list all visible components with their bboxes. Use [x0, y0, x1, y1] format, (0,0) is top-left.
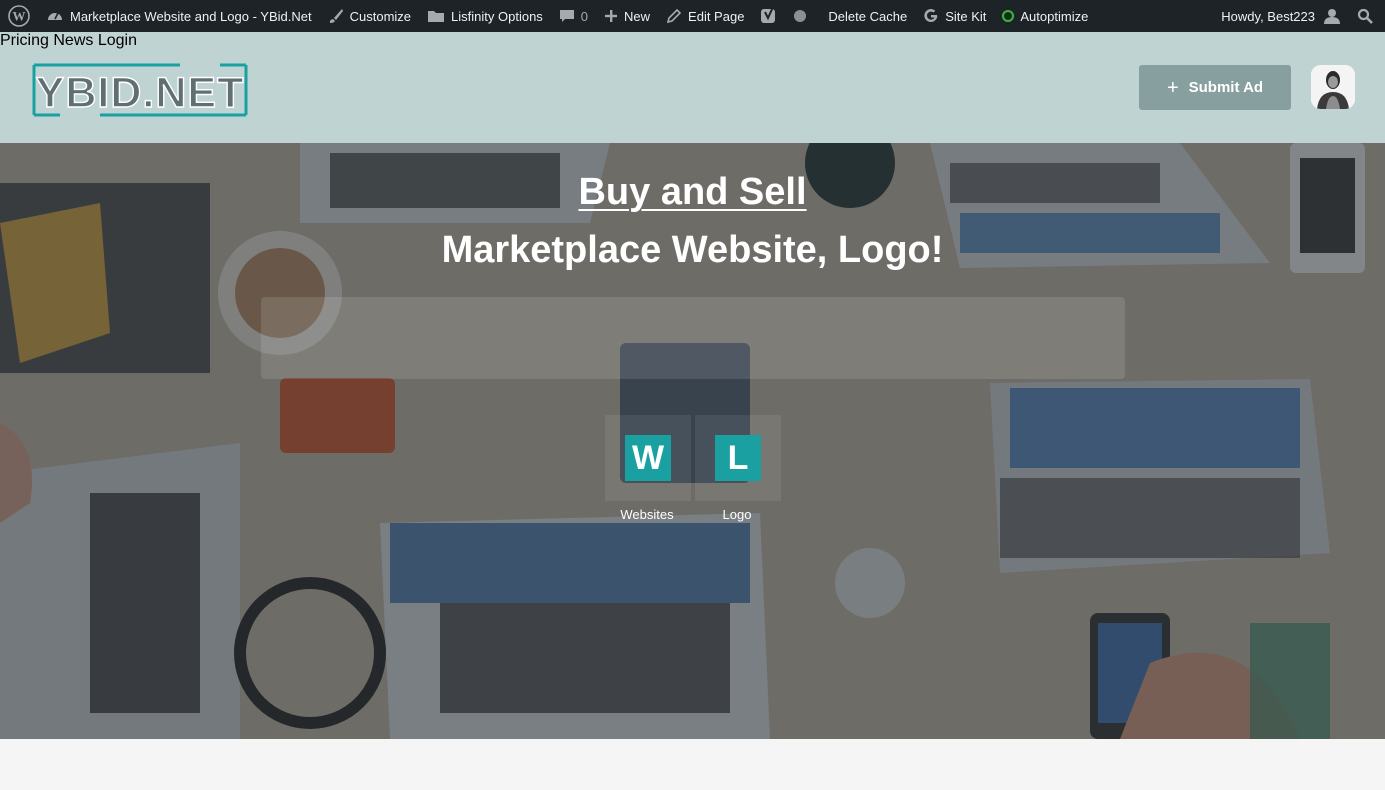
search-input[interactable]	[261, 297, 1125, 379]
logo-text: YBID.NET	[36, 69, 245, 117]
submit-ad-label: Submit Ad	[1188, 79, 1264, 96]
nav-login[interactable]: Login	[98, 32, 137, 49]
nav-pricing[interactable]: Pricing	[0, 32, 49, 49]
edit-page-label: Edit Page	[688, 8, 745, 24]
seo-menu[interactable]	[752, 0, 786, 32]
wordpress-logo-button[interactable]: W	[0, 0, 38, 32]
avatar-portrait-icon	[1311, 65, 1355, 109]
hero-section: Buy and Sell Marketplace Website, Logo! …	[0, 143, 1385, 739]
wordpress-icon: W	[8, 5, 30, 27]
comments-count: 0	[580, 8, 589, 24]
howdy-label: Howdy, Best223	[1221, 8, 1315, 24]
search-icon	[1357, 8, 1373, 24]
autoptimize-label: Autoptimize	[1020, 8, 1089, 24]
site-kit-link[interactable]: Site Kit	[915, 0, 994, 32]
plus-icon	[605, 10, 618, 22]
submit-ad-button[interactable]: + Submit Ad	[1139, 65, 1291, 110]
seo-status	[786, 0, 814, 32]
nav-news[interactable]: News	[53, 32, 93, 49]
comment-icon	[559, 10, 574, 22]
yoast-icon	[761, 6, 776, 23]
delete-cache-link[interactable]: Delete Cache	[814, 0, 915, 32]
seo-status-dot-icon	[794, 10, 807, 22]
new-label: New	[624, 8, 651, 24]
site-header: YBID.NET Pricing News Login + Submit Ad	[0, 32, 1385, 143]
category-websites[interactable]: W	[605, 415, 691, 501]
folder-icon	[428, 11, 445, 22]
svg-text:W: W	[13, 9, 26, 24]
new-content-link[interactable]: New	[596, 0, 658, 32]
admin-bar: W Marketplace Website and Logo - YBid.Ne…	[0, 0, 1385, 32]
admin-search-button[interactable]	[1349, 0, 1385, 32]
paintbrush-icon	[329, 9, 343, 23]
customize-link[interactable]: Customize	[320, 0, 419, 32]
logo-letter-icon: L	[715, 435, 761, 481]
user-avatar[interactable]	[1311, 65, 1355, 109]
account-menu[interactable]: Howdy, Best223	[1213, 0, 1349, 32]
site-logo[interactable]: YBID.NET	[30, 61, 250, 119]
hero-title-line2: Marketplace Website, Logo!	[441, 229, 944, 271]
search-box	[261, 297, 1125, 379]
pencil-icon	[666, 8, 682, 24]
user-icon	[1324, 9, 1340, 24]
edit-page-link[interactable]: Edit Page	[658, 0, 752, 32]
status-ring-icon	[1002, 10, 1015, 22]
plus-icon: +	[1166, 76, 1179, 99]
site-kit-label: Site Kit	[945, 8, 987, 24]
category-logo-label[interactable]: Logo	[677, 507, 797, 522]
google-g-icon	[924, 9, 938, 23]
comments-link[interactable]: 0	[551, 0, 596, 32]
category-logo[interactable]: L	[695, 415, 781, 501]
theme-options-label: Lisfinity Options	[451, 8, 543, 24]
hero-title-line1: Buy and Sell	[578, 171, 807, 213]
dashboard-icon	[48, 12, 62, 20]
websites-letter-icon: W	[625, 435, 671, 481]
site-name-link[interactable]: Marketplace Website and Logo - YBid.Net	[38, 0, 320, 32]
delete-cache-label: Delete Cache	[828, 8, 908, 24]
customize-label: Customize	[349, 8, 412, 24]
site-name-label: Marketplace Website and Logo - YBid.Net	[70, 8, 312, 24]
autoptimize-link[interactable]: Autoptimize	[994, 0, 1096, 32]
content-area	[0, 739, 1385, 790]
theme-options-link[interactable]: Lisfinity Options	[419, 0, 551, 32]
